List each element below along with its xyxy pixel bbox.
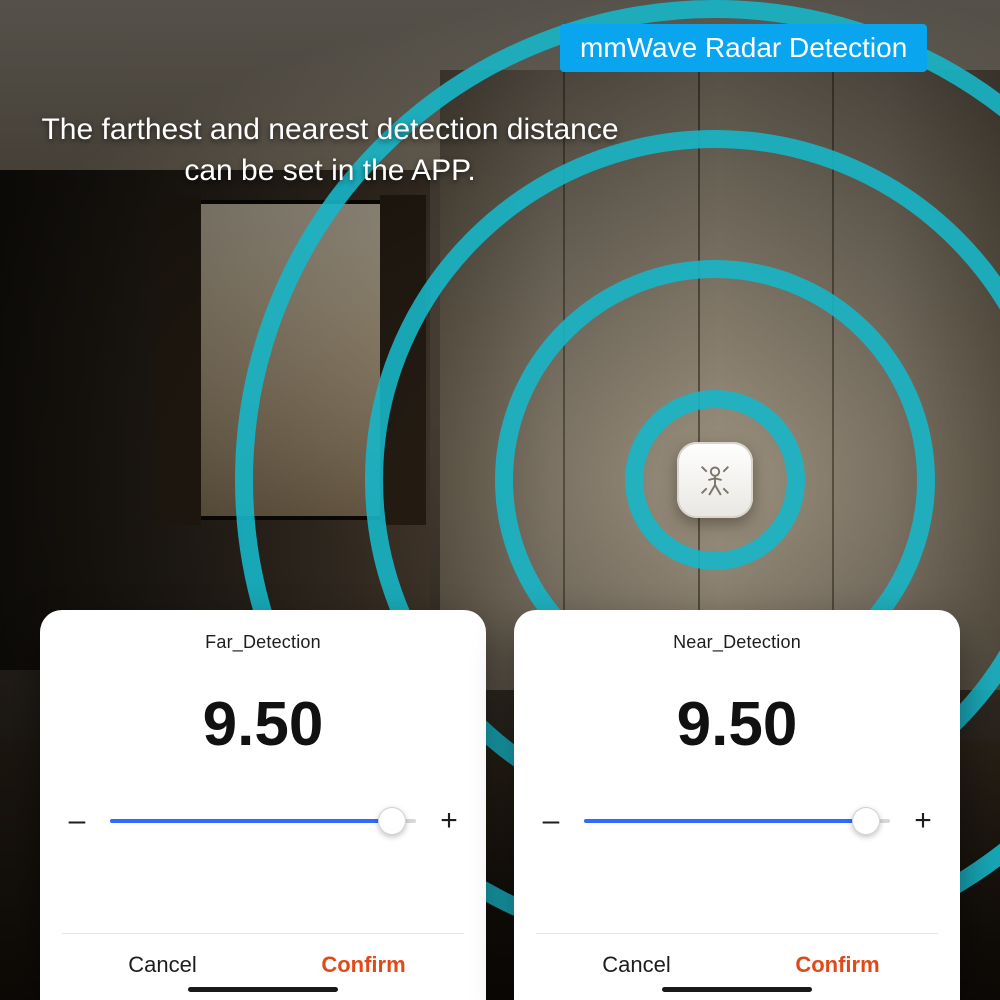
mmwave-sensor-device <box>677 442 753 518</box>
slider-row: – + <box>536 804 938 838</box>
slider-fill <box>584 819 866 823</box>
card-title: Near_Detection <box>536 632 938 653</box>
slider-track[interactable] <box>110 819 416 823</box>
slider-track[interactable] <box>584 819 890 823</box>
confirm-button[interactable]: Confirm <box>737 934 938 988</box>
near-detection-card: Near_Detection 9.50 – + Cancel Confirm <box>514 610 960 1000</box>
plus-button[interactable]: + <box>908 804 938 838</box>
feature-badge: mmWave Radar Detection <box>560 24 927 72</box>
home-indicator <box>188 987 338 992</box>
plus-button[interactable]: + <box>434 804 464 838</box>
cancel-button[interactable]: Cancel <box>62 934 263 988</box>
confirm-button[interactable]: Confirm <box>263 934 464 988</box>
home-indicator <box>662 987 812 992</box>
far-detection-card: Far_Detection 9.50 – + Cancel Confirm <box>40 610 486 1000</box>
detection-value: 9.50 <box>62 689 464 760</box>
person-radar-icon <box>695 460 735 500</box>
minus-button[interactable]: – <box>536 804 566 838</box>
slider-row: – + <box>62 804 464 838</box>
card-actions: Cancel Confirm <box>62 933 464 988</box>
detection-value: 9.50 <box>536 689 938 760</box>
slider-thumb[interactable] <box>852 807 880 835</box>
headline-text: The farthest and nearest detection dista… <box>40 110 620 191</box>
card-actions: Cancel Confirm <box>536 933 938 988</box>
card-title: Far_Detection <box>62 632 464 653</box>
slider-fill <box>110 819 392 823</box>
slider-thumb[interactable] <box>378 807 406 835</box>
minus-button[interactable]: – <box>62 804 92 838</box>
app-cards-row: Far_Detection 9.50 – + Cancel Confirm Ne… <box>40 610 960 1000</box>
cancel-button[interactable]: Cancel <box>536 934 737 988</box>
